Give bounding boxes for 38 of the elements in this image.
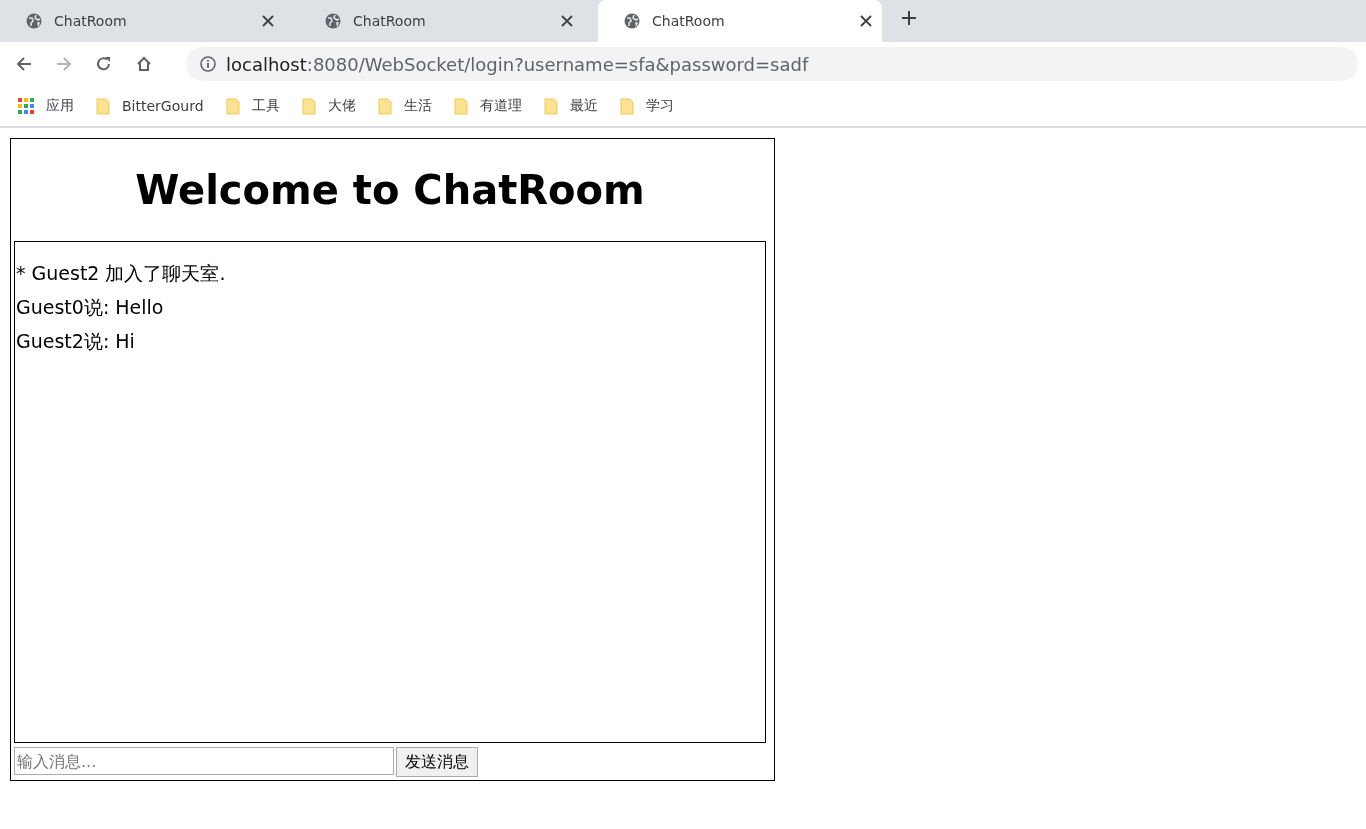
page-heading: Welcome to ChatRoom xyxy=(134,167,646,213)
chat-message: Guest2说: Hi xyxy=(16,330,136,352)
bookmark-item[interactable]: 学习 xyxy=(645,97,674,115)
browser-tab[interactable]: ChatRoom xyxy=(299,4,583,38)
folder-icon xyxy=(619,97,634,115)
bookmark-item[interactable]: 生活 xyxy=(403,97,432,115)
tab-title: ChatRoom xyxy=(652,13,726,29)
bookmark-item[interactable]: BitterGourd xyxy=(122,98,204,114)
close-icon[interactable] xyxy=(860,15,872,27)
globe-icon xyxy=(624,13,640,29)
bookmark-item[interactable]: 有道理 xyxy=(479,97,522,115)
folder-icon xyxy=(96,97,110,115)
address-bar[interactable]: localhost:8080/WebSocket/login?username=sfa&password=sadf xyxy=(186,47,1358,81)
message-input[interactable]: 输入消息... xyxy=(14,747,394,775)
bookmark-item[interactable]: 最近 xyxy=(569,97,598,115)
close-icon[interactable] xyxy=(262,15,274,27)
close-icon[interactable] xyxy=(561,15,573,27)
tab-title: ChatRoom xyxy=(54,13,128,29)
send-button[interactable]: 发送消息 xyxy=(396,747,478,777)
browser-tab[interactable]: ChatRoom xyxy=(598,0,882,42)
tab-title: ChatRoom xyxy=(353,13,427,29)
bookmark-item[interactable]: 大佬 xyxy=(327,97,356,115)
new-tab-icon[interactable] xyxy=(901,10,917,26)
folder-icon xyxy=(543,97,558,115)
bookmark-item[interactable]: 工具 xyxy=(251,97,280,115)
chat-message: * Guest2 加入了聊天室. xyxy=(16,262,227,284)
browser-tab[interactable]: ChatRoom xyxy=(0,4,284,38)
url-text: localhost:8080/WebSocket/login?username=sfa&password=sadf xyxy=(226,53,809,75)
apps-grid-icon xyxy=(18,98,34,114)
chat-message: Guest0说: Hello xyxy=(16,296,165,318)
globe-icon xyxy=(325,13,341,29)
folder-icon xyxy=(301,97,316,115)
bookmark-item[interactable]: 应用 xyxy=(46,97,74,115)
folder-icon xyxy=(225,97,240,115)
folder-icon xyxy=(453,97,468,115)
folder-icon xyxy=(377,97,392,115)
info-icon xyxy=(200,56,216,72)
globe-icon xyxy=(26,13,42,29)
